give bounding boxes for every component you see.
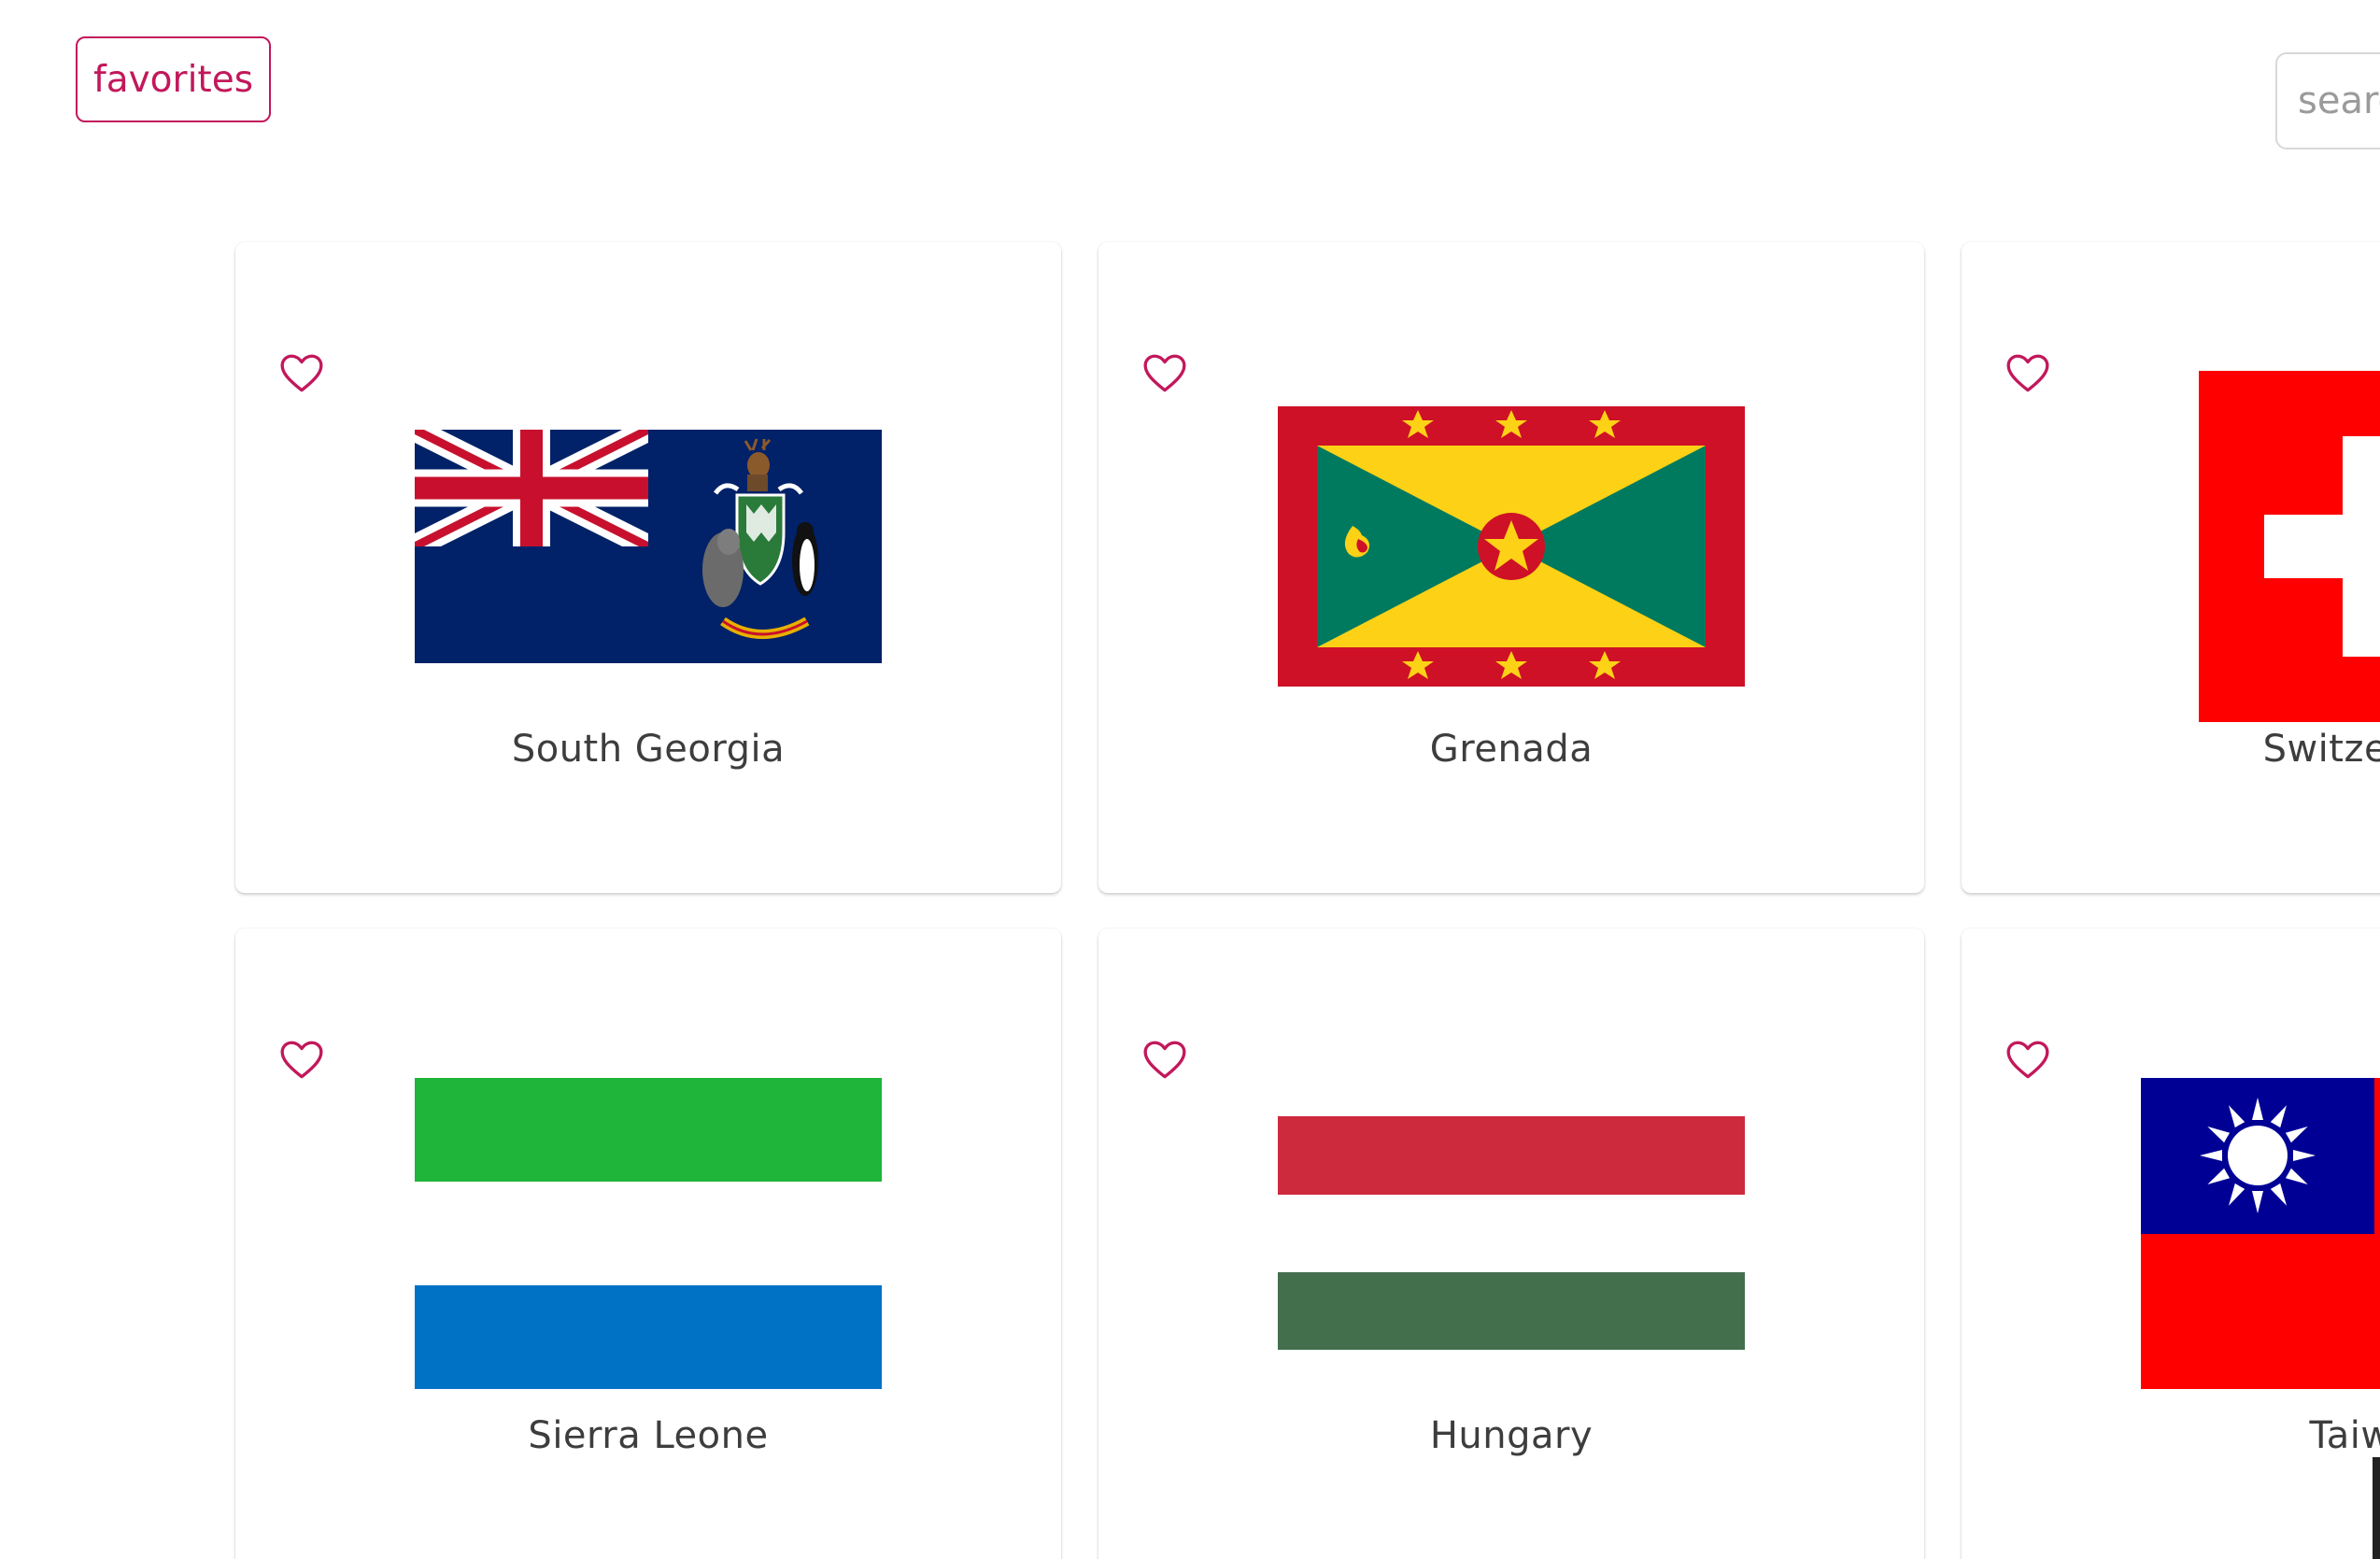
country-name: Switzerland [2262,728,2380,771]
favorites-button[interactable]: favorites [76,36,271,122]
country-grid: South Georgia Grenada Switze Sierra Leon… [235,242,2380,1559]
heart-outline-icon[interactable] [278,1037,325,1084]
sierra-leone-flag [415,1077,882,1389]
heart-outline-icon[interactable] [278,350,325,397]
grenada-flag [1278,406,1745,687]
country-browser-page: favorites search South Georgia Grenada S… [0,0,2380,1559]
scrollbar-thumb[interactable] [2373,1457,2380,1559]
flag-container [235,1077,1061,1389]
south-georgia-flag [415,430,882,663]
country-card[interactable]: Sierra Leone [235,928,1061,1559]
flag-container [1098,1078,1924,1388]
search-input[interactable] [2275,52,2380,149]
country-name: Hungary [1429,1414,1594,1457]
switzerland-flag [2199,371,2380,722]
taiwan-flag [2141,1077,2380,1389]
heart-outline-icon[interactable] [1141,350,1188,397]
country-name: Taiwan [2309,1414,2380,1457]
country-card[interactable]: Grenada [1098,242,1924,893]
heart-outline-icon[interactable] [1141,1037,1188,1084]
heart-outline-icon[interactable] [2005,350,2051,397]
flag-container [1962,1077,2380,1389]
country-card[interactable]: South Georgia [235,242,1061,893]
hungary-flag [1278,1116,1745,1350]
country-name: Sierra Leone [528,1414,769,1457]
country-card[interactable]: Hungary [1098,928,1924,1559]
country-card[interactable]: Switzerland [1962,242,2380,893]
country-name: South Georgia [511,728,786,771]
flag-container [1098,391,1924,702]
flag-container [235,391,1061,702]
heart-outline-icon[interactable] [2005,1037,2051,1084]
flag-container [1962,371,2380,722]
country-name: Grenada [1429,728,1594,771]
country-card[interactable]: Taiwan [1962,928,2380,1559]
